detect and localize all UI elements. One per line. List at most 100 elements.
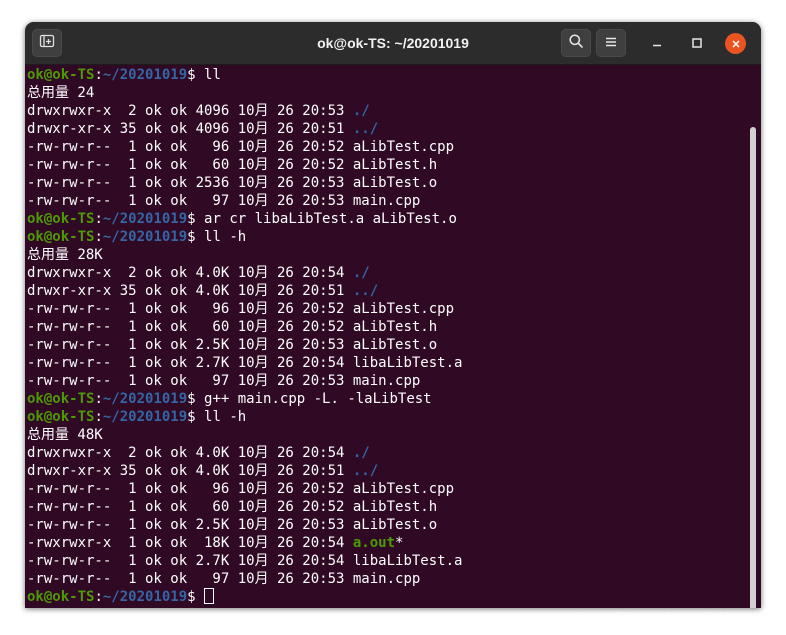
terminal-window: ok@ok-TS: ~/20201019 ok@ok-TS:~/20201019… — [25, 22, 761, 608]
command-text: ll -h — [204, 409, 247, 425]
prompt-colon: : — [94, 589, 103, 605]
entry-meta: -rw-rw-r-- 1 ok ok 60 10月 26 20:52 — [27, 157, 353, 173]
prompt-cwd: ~/20201019 — [102, 589, 188, 605]
entry-name: ./ — [352, 445, 370, 461]
command-text: g++ main.cpp -L. -laLibTest — [204, 391, 432, 407]
entry-name: ./ — [352, 265, 370, 281]
entry-name: main.cpp — [352, 373, 421, 389]
entry-name: aLibTest.h — [352, 499, 438, 515]
entry-name: ./ — [352, 103, 370, 119]
listing-entry: drwxr-xr-x 35 ok ok 4096 10月 26 20:51 ..… — [27, 120, 462, 138]
prompt-user-host: ok@ok-TS — [27, 229, 95, 245]
entry-name: libaLibTest.a — [352, 553, 463, 569]
listing-entry: -rw-rw-r-- 1 ok ok 96 10月 26 20:52 aLibT… — [27, 138, 462, 156]
new-tab-icon — [39, 33, 55, 53]
output-line: 总用量 28K — [27, 246, 462, 264]
text-cursor — [204, 588, 215, 604]
prompt-user-host: ok@ok-TS — [27, 391, 95, 407]
output-text: 总用量 24 — [27, 85, 95, 101]
entry-name: main.cpp — [352, 193, 421, 209]
prompt-colon: : — [94, 229, 103, 245]
entry-meta: drwxrwxr-x 2 ok ok 4096 10月 26 20:53 — [27, 103, 353, 119]
entry-meta: -rw-rw-r-- 1 ok ok 60 10月 26 20:52 — [27, 499, 353, 515]
entry-name: ../ — [352, 121, 379, 137]
prompt-cwd: ~/20201019 — [102, 391, 188, 407]
entry-meta: -rwxrwxr-x 1 ok ok 18K 10月 26 20:54 — [27, 535, 353, 551]
search-button[interactable] — [561, 29, 591, 57]
entry-meta: -rw-rw-r-- 1 ok ok 96 10月 26 20:52 — [27, 139, 353, 155]
listing-entry: -rw-rw-r-- 1 ok ok 60 10月 26 20:52 aLibT… — [27, 318, 462, 336]
prompt-colon: : — [94, 67, 103, 83]
entry-meta: -rw-rw-r-- 1 ok ok 97 10月 26 20:53 — [27, 373, 353, 389]
listing-entry: -rw-rw-r-- 1 ok ok 97 10月 26 20:53 main.… — [27, 372, 462, 390]
entry-meta: -rw-rw-r-- 1 ok ok 2536 10月 26 20:53 — [27, 175, 353, 191]
entry-meta: -rw-rw-r-- 1 ok ok 96 10月 26 20:52 — [27, 301, 353, 317]
entry-name: aLibTest.cpp — [352, 301, 455, 317]
listing-entry: -rw-rw-r-- 1 ok ok 2.7K 10月 26 20:54 lib… — [27, 552, 462, 570]
prompt-dollar: $ — [187, 229, 205, 245]
terminal-area[interactable]: ok@ok-TS:~/20201019$ ll 总用量 24 drwxrwxr-x … — [25, 65, 761, 608]
maximize-button[interactable] — [687, 33, 707, 53]
prompt-dollar: $ — [187, 391, 205, 407]
entry-name: aLibTest.cpp — [352, 139, 455, 155]
listing-entry: -rw-rw-r-- 1 ok ok 2536 10月 26 20:53 aLi… — [27, 174, 462, 192]
maximize-icon — [691, 34, 703, 53]
prompt-colon: : — [94, 211, 103, 227]
prompt-user-host: ok@ok-TS — [27, 409, 95, 425]
prompt-line: ok@ok-TS:~/20201019$ ll — [27, 66, 462, 84]
entry-meta: drwxr-xr-x 35 ok ok 4.0K 10月 26 20:51 — [27, 463, 353, 479]
new-tab-button[interactable] — [32, 29, 62, 57]
entry-name: ../ — [352, 463, 379, 479]
listing-entry: -rw-rw-r-- 1 ok ok 2.5K 10月 26 20:53 aLi… — [27, 516, 462, 534]
prompt-dollar: $ — [187, 409, 205, 425]
output-text: 总用量 28K — [27, 247, 103, 263]
listing-entry: -rw-rw-r-- 1 ok ok 96 10月 26 20:52 aLibT… — [27, 300, 462, 318]
prompt-line: ok@ok-TS:~/20201019$ ll -h — [27, 408, 462, 426]
minimize-button[interactable] — [647, 33, 667, 53]
command-text: ar cr libaLibTest.a aLibTest.o — [204, 211, 457, 227]
prompt-user-host: ok@ok-TS — [27, 67, 95, 83]
prompt-dollar: $ — [187, 589, 205, 605]
minimize-icon — [651, 34, 663, 53]
prompt-line: ok@ok-TS:~/20201019$ ll -h — [27, 228, 462, 246]
listing-entry: drwxrwxr-x 2 ok ok 4.0K 10月 26 20:54 ./ — [27, 444, 462, 462]
listing-entry: -rwxrwxr-x 1 ok ok 18K 10月 26 20:54 a.ou… — [27, 534, 462, 552]
entry-name: aLibTest.o — [352, 517, 438, 533]
prompt-dollar: $ — [187, 211, 205, 227]
entry-name: aLibTest.o — [352, 175, 438, 191]
output-line: 总用量 48K — [27, 426, 462, 444]
listing-entry: -rw-rw-r-- 1 ok ok 2.5K 10月 26 20:53 aLi… — [27, 336, 462, 354]
entry-name: ../ — [352, 283, 379, 299]
entry-meta: -rw-rw-r-- 1 ok ok 97 10月 26 20:53 — [27, 571, 353, 587]
listing-entry: -rw-rw-r-- 1 ok ok 60 10月 26 20:52 aLibT… — [27, 498, 462, 516]
entry-meta: -rw-rw-r-- 1 ok ok 2.7K 10月 26 20:54 — [27, 355, 353, 371]
entry-meta: -rw-rw-r-- 1 ok ok 96 10月 26 20:52 — [27, 481, 353, 497]
prompt-dollar: $ — [187, 67, 205, 83]
menu-button[interactable] — [596, 29, 626, 57]
close-button[interactable] — [725, 33, 746, 54]
hamburger-menu-icon — [604, 34, 618, 53]
entry-meta: -rw-rw-r-- 1 ok ok 60 10月 26 20:52 — [27, 319, 353, 335]
entry-meta: drwxr-xr-x 35 ok ok 4096 10月 26 20:51 — [27, 121, 353, 137]
prompt-line: ok@ok-TS:~/20201019$ g++ main.cpp -L. -l… — [27, 390, 462, 408]
prompt-line: ok@ok-TS:~/20201019$ ar cr libaLibTest.a… — [27, 210, 462, 228]
prompt-cwd: ~/20201019 — [102, 229, 188, 245]
prompt-user-host: ok@ok-TS — [27, 211, 95, 227]
close-icon — [731, 34, 741, 53]
entry-name: aLibTest.h — [352, 319, 438, 335]
command-text: ll -h — [204, 229, 247, 245]
output-text: 总用量 48K — [27, 427, 103, 443]
entry-meta: drwxr-xr-x 35 ok ok 4.0K 10月 26 20:51 — [27, 283, 353, 299]
title-bar[interactable]: ok@ok-TS: ~/20201019 — [25, 22, 761, 65]
prompt-colon: : — [94, 391, 103, 407]
command-text: ll — [204, 67, 221, 83]
listing-entry: -rw-rw-r-- 1 ok ok 96 10月 26 20:52 aLibT… — [27, 480, 462, 498]
prompt-cwd: ~/20201019 — [102, 409, 188, 425]
scrollbar[interactable] — [750, 127, 756, 608]
entry-name: a.out — [352, 535, 396, 551]
entry-meta: -rw-rw-r-- 1 ok ok 2.5K 10月 26 20:53 — [27, 517, 353, 533]
listing-entry: drwxrwxr-x 2 ok ok 4.0K 10月 26 20:54 ./ — [27, 264, 462, 282]
listing-entry: -rw-rw-r-- 1 ok ok 60 10月 26 20:52 aLibT… — [27, 156, 462, 174]
prompt-colon: : — [94, 409, 103, 425]
terminal-output: ok@ok-TS:~/20201019$ ll 总用量 24 drwxrwxr-x … — [27, 66, 462, 606]
